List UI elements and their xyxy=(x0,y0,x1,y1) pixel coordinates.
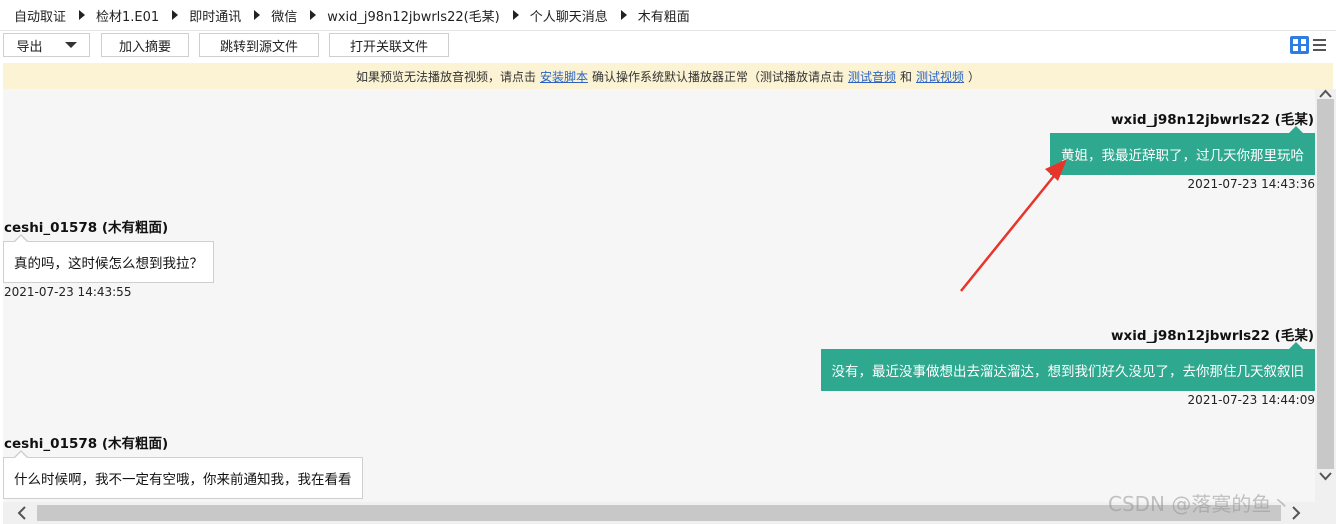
breadcrumb-item[interactable]: 即时通讯 xyxy=(189,6,241,25)
breadcrumb-item-current: 木有粗面 xyxy=(637,9,690,25)
annotation-arrow-icon xyxy=(960,159,1067,292)
breadcrumb: 自动取证 检材1.E01 即时通讯 微信 wxid_j98n12jbwrls22… xyxy=(0,0,1336,31)
grid-view-icon[interactable] xyxy=(1290,36,1309,54)
scroll-up-icon[interactable] xyxy=(1319,89,1332,98)
breadcrumb-item[interactable]: wxid_j98n12jbwrls22(毛某) xyxy=(327,6,500,25)
breadcrumb-separator-icon xyxy=(172,10,179,20)
vertical-scrollbar[interactable] xyxy=(1315,89,1336,502)
scroll-right-icon[interactable] xyxy=(1291,506,1301,520)
breadcrumb-separator-icon xyxy=(79,10,86,20)
notice-text: 确认操作系统默认播放器正常（测试播放请点击 xyxy=(591,69,844,84)
breadcrumb-item[interactable]: 个人聊天消息 xyxy=(530,6,608,25)
watermark: CSDN @落寞的鱼丶 xyxy=(1108,492,1292,516)
open-related-file-button[interactable]: 打开关联文件 xyxy=(329,33,449,57)
install-script-link[interactable]: 安装脚本 xyxy=(540,68,588,85)
notice-text: 如果预览无法播放音视频，请点击 xyxy=(355,69,536,84)
add-summary-button[interactable]: 加入摘要 xyxy=(101,33,189,57)
breadcrumb-separator-icon xyxy=(620,10,627,20)
notice-text: ） xyxy=(968,69,981,84)
horizontal-scrollbar-thumb[interactable] xyxy=(37,505,1281,521)
scroll-down-icon[interactable] xyxy=(1319,472,1332,481)
breadcrumb-item[interactable]: 自动取证 xyxy=(14,6,66,25)
scrollbar-corner xyxy=(1315,502,1336,524)
vertical-scrollbar-thumb[interactable] xyxy=(1317,99,1334,469)
export-dropdown-button[interactable]: 导出 xyxy=(3,33,90,57)
breadcrumb-item[interactable]: 检材1.E01 xyxy=(96,6,159,25)
chevron-down-icon xyxy=(64,42,77,48)
breadcrumb-separator-icon xyxy=(512,10,519,20)
toolbar: 导出 加入摘要 跳转到源文件 打开关联文件 xyxy=(0,32,1336,61)
media-playback-notice: 如果预览无法播放音视频，请点击 安装脚本 确认操作系统默认播放器正常（测试播放请… xyxy=(3,63,1333,89)
jump-to-source-button[interactable]: 跳转到源文件 xyxy=(199,33,319,57)
notice-text: 和 xyxy=(900,69,913,84)
export-label: 导出 xyxy=(16,39,43,55)
chat-message-list[interactable]: wxid_j98n12jbwrls22 (毛某) 黄姐，我最近辞职了，过几天你那… xyxy=(3,89,1315,502)
test-video-link[interactable]: 测试视频 xyxy=(916,68,964,85)
breadcrumb-separator-icon xyxy=(310,10,317,20)
list-view-icon[interactable] xyxy=(1313,38,1327,52)
scroll-left-icon[interactable] xyxy=(17,506,27,520)
breadcrumb-separator-icon xyxy=(254,10,261,20)
breadcrumb-item[interactable]: 微信 xyxy=(271,6,297,25)
test-audio-link[interactable]: 测试音频 xyxy=(848,68,896,85)
